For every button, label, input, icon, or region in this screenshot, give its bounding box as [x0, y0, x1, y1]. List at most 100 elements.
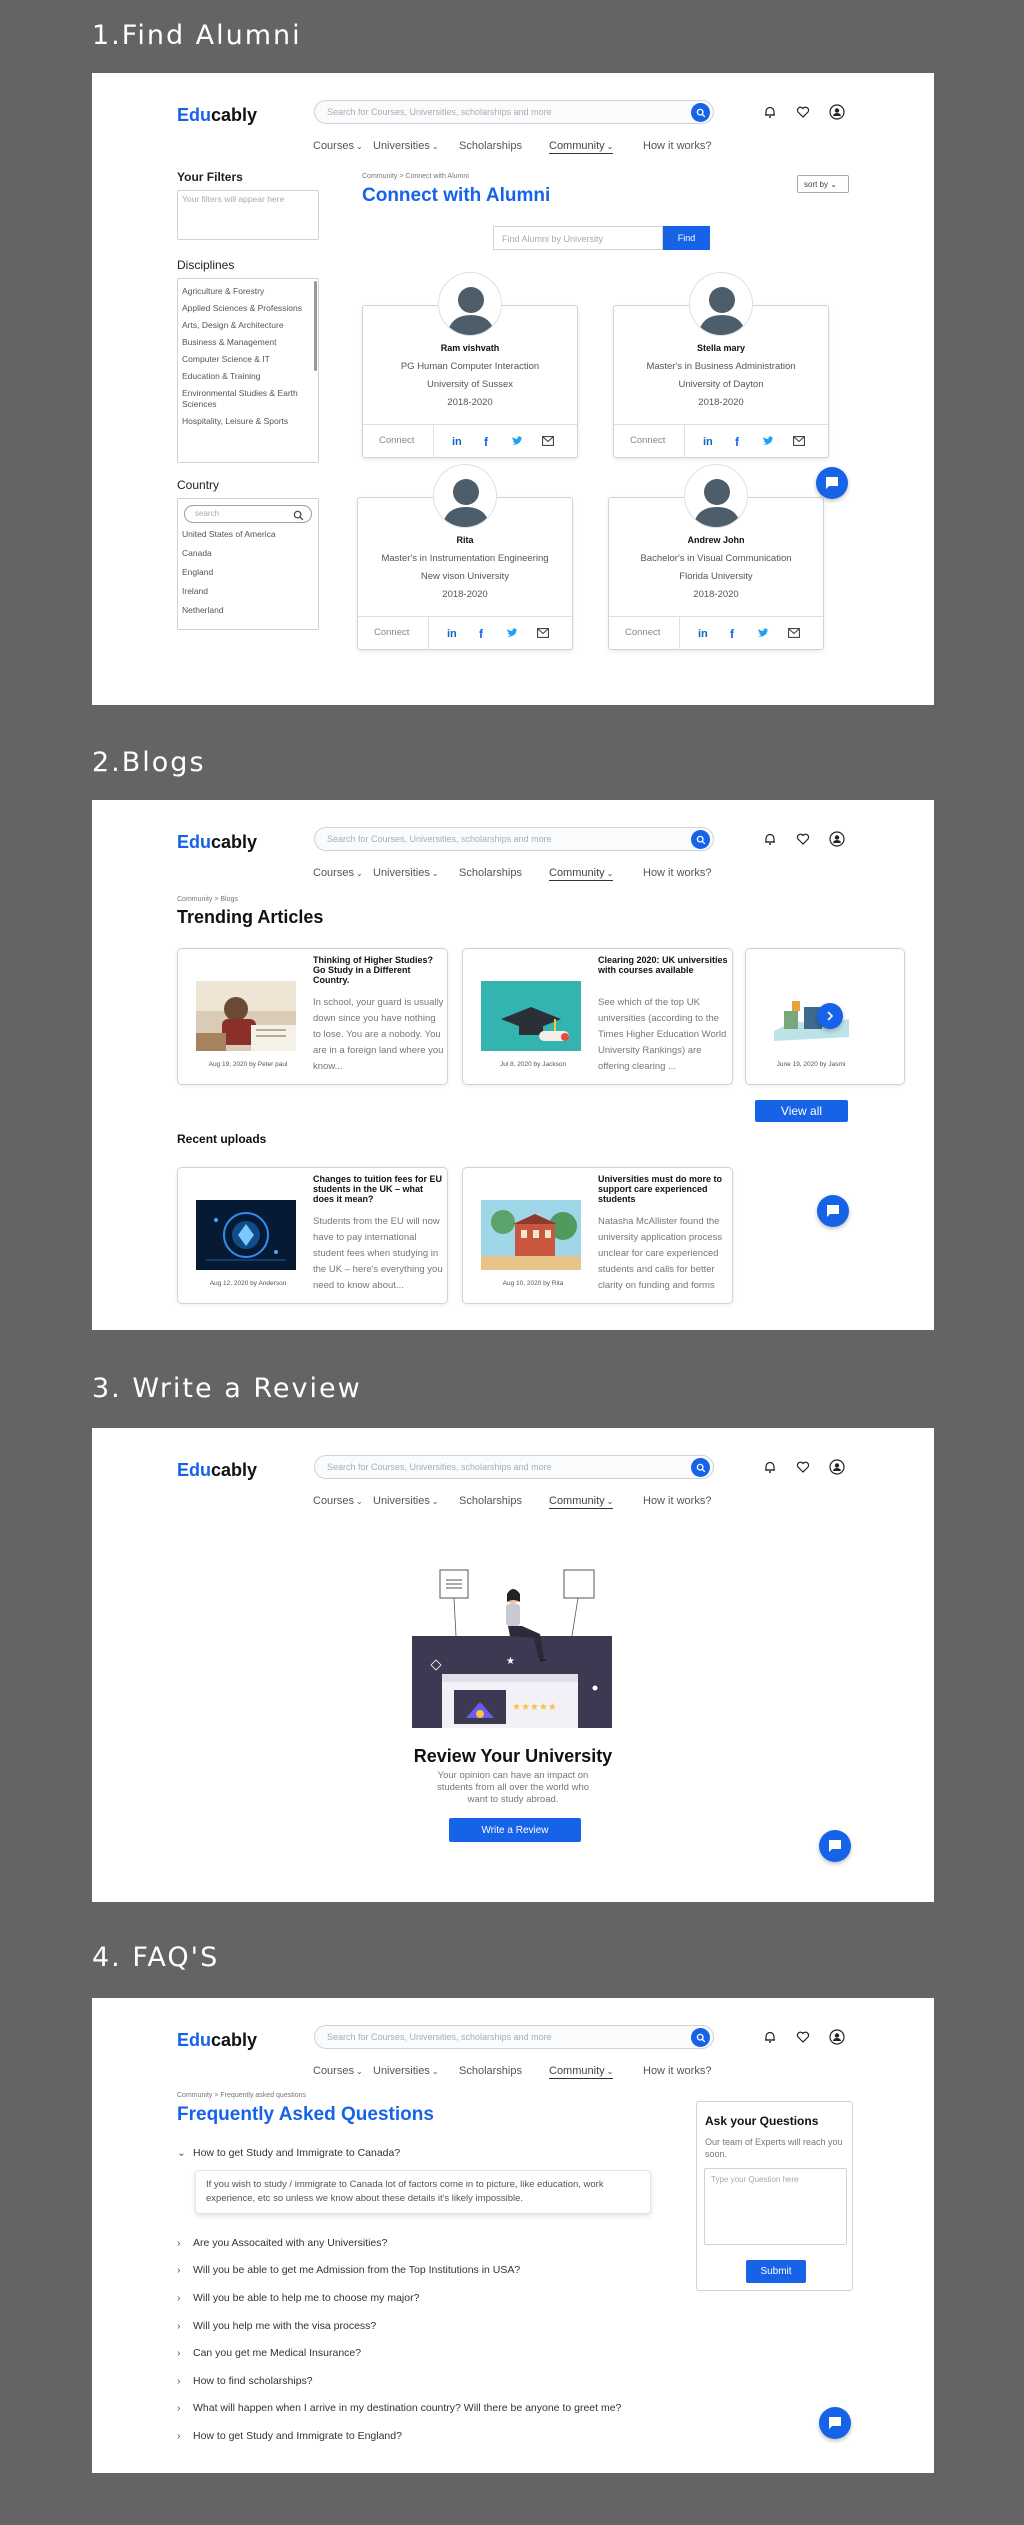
user-icon[interactable]	[828, 2028, 846, 2046]
faq-question[interactable]: › Will you be able to help me to choose m…	[177, 2292, 419, 2304]
chat-button[interactable]	[816, 467, 848, 499]
heart-icon[interactable]	[794, 103, 812, 121]
linkedin-icon[interactable]: in	[697, 626, 711, 640]
nav-scholarships[interactable]: Scholarships	[459, 867, 522, 879]
find-alumni-input[interactable]: Find Alumni by University	[493, 226, 663, 250]
nav-universities[interactable]: Universities ⌄	[373, 140, 439, 152]
twitter-icon[interactable]	[756, 626, 770, 640]
mail-icon[interactable]	[792, 434, 806, 448]
nav-scholarships[interactable]: Scholarships	[459, 1495, 522, 1507]
nav-scholarships[interactable]: Scholarships	[459, 140, 522, 152]
nav-community[interactable]: Community ⌄	[549, 1495, 614, 1509]
write-review-button[interactable]: Write a Review	[449, 1818, 581, 1842]
nav-how-it-works[interactable]: How it works?	[643, 140, 711, 152]
facebook-icon[interactable]: f	[480, 434, 494, 448]
search-input[interactable]: Search for Courses, Universities, schola…	[314, 2025, 714, 2049]
alumni-card[interactable]: Rita Master's in Instrumentation Engineer…	[357, 464, 573, 650]
article-title[interactable]: Thinking of Higher Studies? Go Study in …	[313, 955, 443, 985]
user-icon[interactable]	[828, 103, 846, 121]
linkedin-icon[interactable]: in	[702, 434, 716, 448]
alumni-card[interactable]: Stella mary Master's in Business Administ…	[613, 272, 829, 458]
logo[interactable]: Educably	[177, 832, 257, 853]
search-input[interactable]: Search for Courses, Universities, schola…	[314, 827, 714, 851]
discipline-item[interactable]: Hospitality, Leisure & Sports	[178, 413, 318, 430]
logo[interactable]: Educably	[177, 105, 257, 126]
bell-icon[interactable]	[761, 830, 779, 848]
disciplines-list[interactable]: Agriculture & Forestry Applied Sciences …	[177, 278, 319, 463]
country-item[interactable]: Netherland	[178, 601, 318, 620]
user-icon[interactable]	[828, 1458, 846, 1476]
heart-icon[interactable]	[794, 2028, 812, 2046]
discipline-item[interactable]: Applied Sciences & Professions	[178, 300, 318, 317]
alumni-card[interactable]: Ram vishvath PG Human Computer Interactio…	[362, 272, 578, 458]
bell-icon[interactable]	[761, 2028, 779, 2046]
find-button[interactable]: Find	[663, 226, 710, 250]
faq-question[interactable]: › What will happen when I arrive in my de…	[177, 2402, 621, 2414]
search-icon[interactable]	[691, 1458, 710, 1477]
article-title[interactable]: Clearing 2020: UK universities with cour…	[598, 955, 728, 975]
faq-question-open[interactable]: ⌄ How to get Study and Immigrate to Canad…	[177, 2147, 400, 2159]
search-input[interactable]: Search for Courses, Universities, schola…	[314, 100, 714, 124]
country-item[interactable]: Ireland	[178, 582, 318, 601]
connect-label[interactable]: Connect	[374, 627, 409, 638]
country-item[interactable]: United States of America	[178, 526, 318, 544]
connect-label[interactable]: Connect	[379, 435, 414, 446]
faq-question[interactable]: › Will you be able to get me Admission fr…	[177, 2264, 520, 2276]
chat-button[interactable]	[817, 1195, 849, 1227]
country-item[interactable]: England	[178, 563, 318, 582]
nav-community[interactable]: Community ⌄	[549, 140, 614, 154]
nav-how-it-works[interactable]: How it works?	[643, 1495, 711, 1507]
search-icon[interactable]	[691, 103, 710, 122]
nav-community[interactable]: Community ⌄	[549, 2065, 614, 2079]
search-icon[interactable]	[293, 508, 304, 526]
breadcrumb-community[interactable]: Community	[177, 2092, 212, 2099]
discipline-item[interactable]: Agriculture & Forestry	[178, 283, 318, 300]
sort-dropdown[interactable]: sort by ⌄	[797, 175, 849, 193]
faq-question[interactable]: › How to get Study and Immigrate to Engla…	[177, 2430, 402, 2442]
nav-courses[interactable]: Courses ⌄	[313, 140, 363, 152]
nav-courses[interactable]: Courses ⌄	[313, 1495, 363, 1507]
nav-universities[interactable]: Universities ⌄	[373, 2065, 439, 2077]
facebook-icon[interactable]: f	[475, 626, 489, 640]
linkedin-icon[interactable]: in	[451, 434, 465, 448]
twitter-icon[interactable]	[510, 434, 524, 448]
submit-button[interactable]: Submit	[746, 2260, 806, 2283]
nav-scholarships[interactable]: Scholarships	[459, 2065, 522, 2077]
user-icon[interactable]	[828, 830, 846, 848]
mail-icon[interactable]	[787, 626, 801, 640]
discipline-item[interactable]: Environmental Studies & Earth Sciences	[178, 385, 318, 413]
connect-label[interactable]: Connect	[625, 627, 660, 638]
connect-label[interactable]: Connect	[630, 435, 665, 446]
mail-icon[interactable]	[541, 434, 555, 448]
discipline-item[interactable]: Business & Management	[178, 334, 318, 351]
chat-button[interactable]	[819, 1830, 851, 1862]
search-input[interactable]: Search for Courses, Universities, schola…	[314, 1455, 714, 1479]
bell-icon[interactable]	[761, 103, 779, 121]
view-all-button[interactable]: View all	[755, 1100, 848, 1122]
facebook-icon[interactable]: f	[726, 626, 740, 640]
breadcrumb-community[interactable]: Community	[177, 896, 212, 903]
scrollbar[interactable]	[314, 281, 317, 371]
article-title[interactable]: Changes to tuition fees for EU students …	[313, 1174, 443, 1204]
discipline-item[interactable]: Arts, Design & Architecture	[178, 317, 318, 334]
nav-community[interactable]: Community ⌄	[549, 867, 614, 881]
nav-how-it-works[interactable]: How it works?	[643, 867, 711, 879]
nav-universities[interactable]: Universities ⌄	[373, 867, 439, 879]
bell-icon[interactable]	[761, 1458, 779, 1476]
faq-question[interactable]: › Are you Assocaited with any Universitie…	[177, 2237, 387, 2249]
breadcrumb-community[interactable]: Community	[362, 173, 397, 180]
chat-button[interactable]	[819, 2407, 851, 2439]
alumni-card[interactable]: Andrew John Bachelor's in Visual Communic…	[608, 464, 824, 650]
article-card[interactable]: Aug 19, 2020 by Peter paul Thinking of H…	[177, 948, 448, 1085]
logo[interactable]: Educably	[177, 1460, 257, 1481]
faq-question[interactable]: › Will you help me with the visa process?	[177, 2320, 376, 2332]
faq-question[interactable]: › How to find scholarships?	[177, 2375, 313, 2387]
article-title[interactable]: Universities must do more to support car…	[598, 1174, 728, 1204]
search-icon[interactable]	[691, 2028, 710, 2047]
nav-courses[interactable]: Courses ⌄	[313, 2065, 363, 2077]
carousel-next-button[interactable]	[817, 1003, 843, 1029]
mail-icon[interactable]	[536, 626, 550, 640]
twitter-icon[interactable]	[761, 434, 775, 448]
heart-icon[interactable]	[794, 830, 812, 848]
article-card[interactable]: Aug 10, 2020 by Rita Universities must d…	[462, 1167, 733, 1304]
